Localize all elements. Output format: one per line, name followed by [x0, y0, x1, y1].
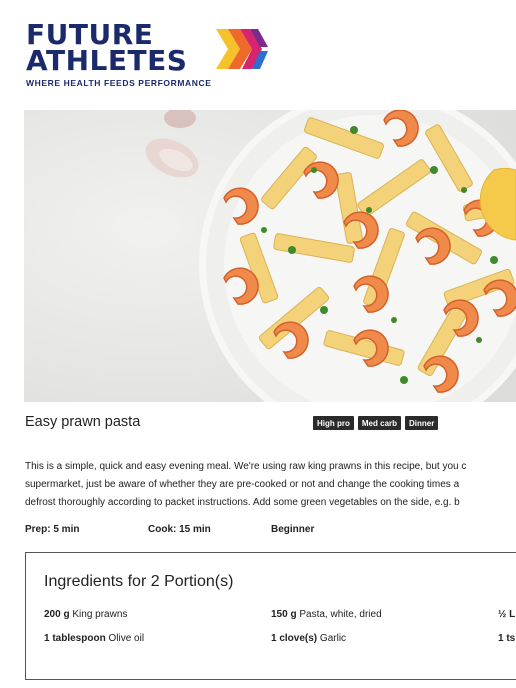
- ingredient-item: 150 g Pasta, white, dried: [271, 609, 382, 620]
- ingredients-heading: Ingredients for 2 Portion(s): [44, 573, 234, 590]
- ingredient-name: Pasta, white, dried: [299, 609, 382, 620]
- brand-logo[interactable]: FUTURE ATHLETES WHERE HEALTH FEEDS PERFO…: [26, 21, 276, 90]
- recipe-hero-image: [24, 110, 516, 402]
- cook-time: Cook: 15 min: [148, 524, 211, 535]
- ingredient-qty: 1 clove(s): [271, 633, 318, 644]
- recipe-title: Easy prawn pasta: [25, 414, 141, 430]
- ingredient-name: Garlic: [319, 633, 347, 644]
- tag-badge: Med carb: [357, 416, 402, 430]
- ingredient-item: 1 tablespoon Olive oil: [44, 633, 144, 644]
- ingredient-item: 200 g King prawns: [44, 609, 127, 620]
- recipe-description: This is a simple, quick and easy evening…: [25, 458, 516, 512]
- ingredient-item: 1 ts: [498, 633, 515, 644]
- ingredients-panel: Ingredients for 2 Portion(s) 200 g King …: [25, 552, 516, 680]
- description-line: defrost thoroughly according to packet i…: [25, 497, 460, 508]
- description-line: This is a simple, quick and easy evening…: [25, 461, 467, 472]
- logo-word-athletes: ATHLETES: [26, 44, 188, 77]
- ingredient-qty: 1 tablespoon: [44, 633, 106, 644]
- prep-time: Prep: 5 min: [25, 524, 80, 535]
- ingredient-qty: ½ L: [498, 609, 516, 620]
- tag-badge: High pro: [313, 416, 354, 430]
- ingredient-name: Olive oil: [108, 633, 145, 644]
- recipe-tags: High pro Med carb Dinner: [313, 416, 439, 430]
- ingredient-name: King prawns: [72, 609, 128, 620]
- ingredient-qty: 1 ts: [498, 633, 516, 644]
- description-line: supermarket, just be aware of whether th…: [25, 479, 460, 490]
- ingredient-item: 1 clove(s) Garlic: [271, 633, 346, 644]
- logo-chevron-icon: [216, 29, 268, 69]
- ingredient-qty: 150 g: [271, 609, 297, 620]
- ingredient-qty: 200 g: [44, 609, 70, 620]
- tag-badge: Dinner: [405, 416, 439, 430]
- difficulty-level: Beginner: [271, 524, 315, 535]
- ingredient-item: ½ L: [498, 609, 515, 620]
- logo-tagline: WHERE HEALTH FEEDS PERFORMANCE: [26, 78, 212, 88]
